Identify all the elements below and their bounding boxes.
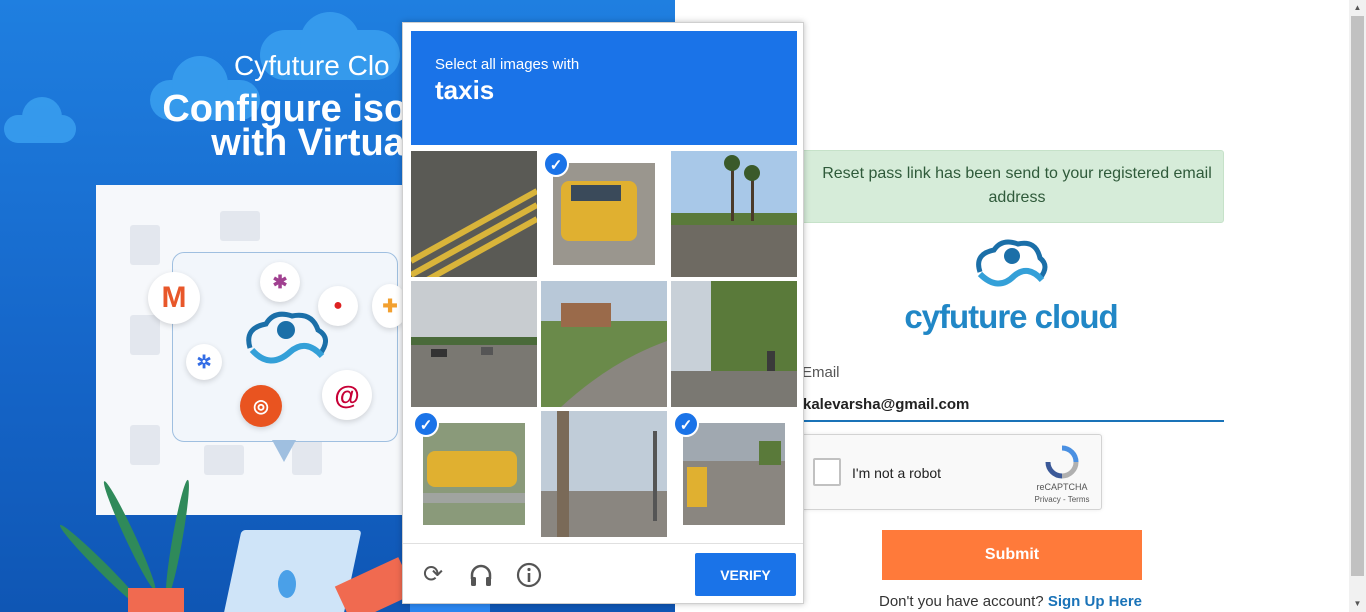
kubernetes-logo-icon: ✲ <box>186 344 222 380</box>
captcha-tile-palm-tree-street[interactable] <box>671 151 797 277</box>
success-alert: Reset pass link has been send to your re… <box>800 150 1224 223</box>
file-icon <box>130 225 160 265</box>
bubble-tail <box>272 440 296 462</box>
email-label: Email <box>802 364 840 381</box>
plant-pot <box>128 588 184 612</box>
submit-button[interactable]: Submit <box>882 530 1142 580</box>
info-icon[interactable] <box>515 561 543 589</box>
challenge-instruction: Select all images with <box>435 56 580 73</box>
utility-pole-image <box>541 411 667 537</box>
challenge-target: taxis <box>435 75 495 105</box>
scroll-down-arrow-icon[interactable]: ▼ <box>1349 596 1366 612</box>
cyfuture-cloud-logo-icon <box>246 311 328 364</box>
recaptcha-widget: I'm not a robot reCAPTCHA Privacy - Term… <box>800 434 1102 510</box>
tile-selected-check-icon: ✓ <box>673 411 699 437</box>
captcha-tile-yellow-taxi-side[interactable]: ✓ <box>411 411 537 537</box>
laptop-mouse <box>278 570 296 598</box>
file-icon <box>130 425 160 465</box>
signup-prompt: Don't you have account? <box>879 593 1044 610</box>
palm-tree-street-image <box>671 151 797 277</box>
challenge-header: Select all images with taxis <box>411 31 797 145</box>
folder-icon <box>220 211 260 241</box>
scroll-up-arrow-icon[interactable]: ▲ <box>1349 0 1366 16</box>
road-markings-image <box>411 151 537 277</box>
recaptcha-logo-icon <box>1045 445 1079 479</box>
recaptcha-brand: reCAPTCHA <box>1036 482 1088 492</box>
tile-selected-check-icon: ✓ <box>543 151 569 177</box>
magento-logo-icon: M <box>148 272 200 324</box>
cloud-logo-icon <box>976 239 1048 287</box>
email-input[interactable] <box>800 389 1224 422</box>
brand-logo: cyfuture cloud <box>900 238 1122 342</box>
captcha-tile-highway-cars[interactable] <box>411 281 537 407</box>
tile-selected-check-icon: ✓ <box>413 411 439 437</box>
captcha-tile-curved-street-house[interactable] <box>541 281 667 407</box>
info-glyph <box>516 562 542 588</box>
captcha-tile-yellow-taxi-rear[interactable]: ✓ <box>541 151 667 277</box>
signup-row: Don't you have account? Sign Up Here <box>879 593 1142 610</box>
debian-logo-icon: @ <box>322 370 372 420</box>
curved-street-house-image <box>541 281 667 407</box>
footer-divider <box>403 543 803 544</box>
brand-name: cyfuture cloud <box>904 298 1118 335</box>
recaptcha-label: I'm not a robot <box>852 465 942 481</box>
audio-headphones-icon[interactable] <box>467 561 495 589</box>
file-icon <box>130 315 160 355</box>
signup-link[interactable]: Sign Up Here <box>1048 593 1142 610</box>
recaptcha-privacy-terms[interactable]: Privacy - Terms <box>1023 495 1101 504</box>
captcha-tile-street-with-trees[interactable] <box>671 281 797 407</box>
scrollbar-thumb[interactable] <box>1351 16 1364 576</box>
centos-logo-icon: ✱ <box>260 262 300 302</box>
captcha-tile-utility-pole[interactable] <box>541 411 667 537</box>
captcha-challenge-dialog: Select all images with taxis ✓ ✓ ✓ ⟳ VER… <box>402 22 804 604</box>
highway-cars-image <box>411 281 537 407</box>
promo-subtitle: Cyfuture Clo <box>234 50 390 81</box>
reload-icon[interactable]: ⟳ <box>419 561 447 589</box>
verify-button[interactable]: VERIFY <box>695 553 796 596</box>
captcha-tile-road-markings[interactable] <box>411 151 537 277</box>
ubuntu-logo-icon: ◎ <box>240 385 282 427</box>
headphones-glyph <box>470 564 492 586</box>
recaptcha-checkbox[interactable] <box>813 458 841 486</box>
street-with-trees-image <box>671 281 797 407</box>
captcha-tile-taxi-row-street[interactable]: ✓ <box>671 411 797 537</box>
folder-icon <box>204 445 244 475</box>
